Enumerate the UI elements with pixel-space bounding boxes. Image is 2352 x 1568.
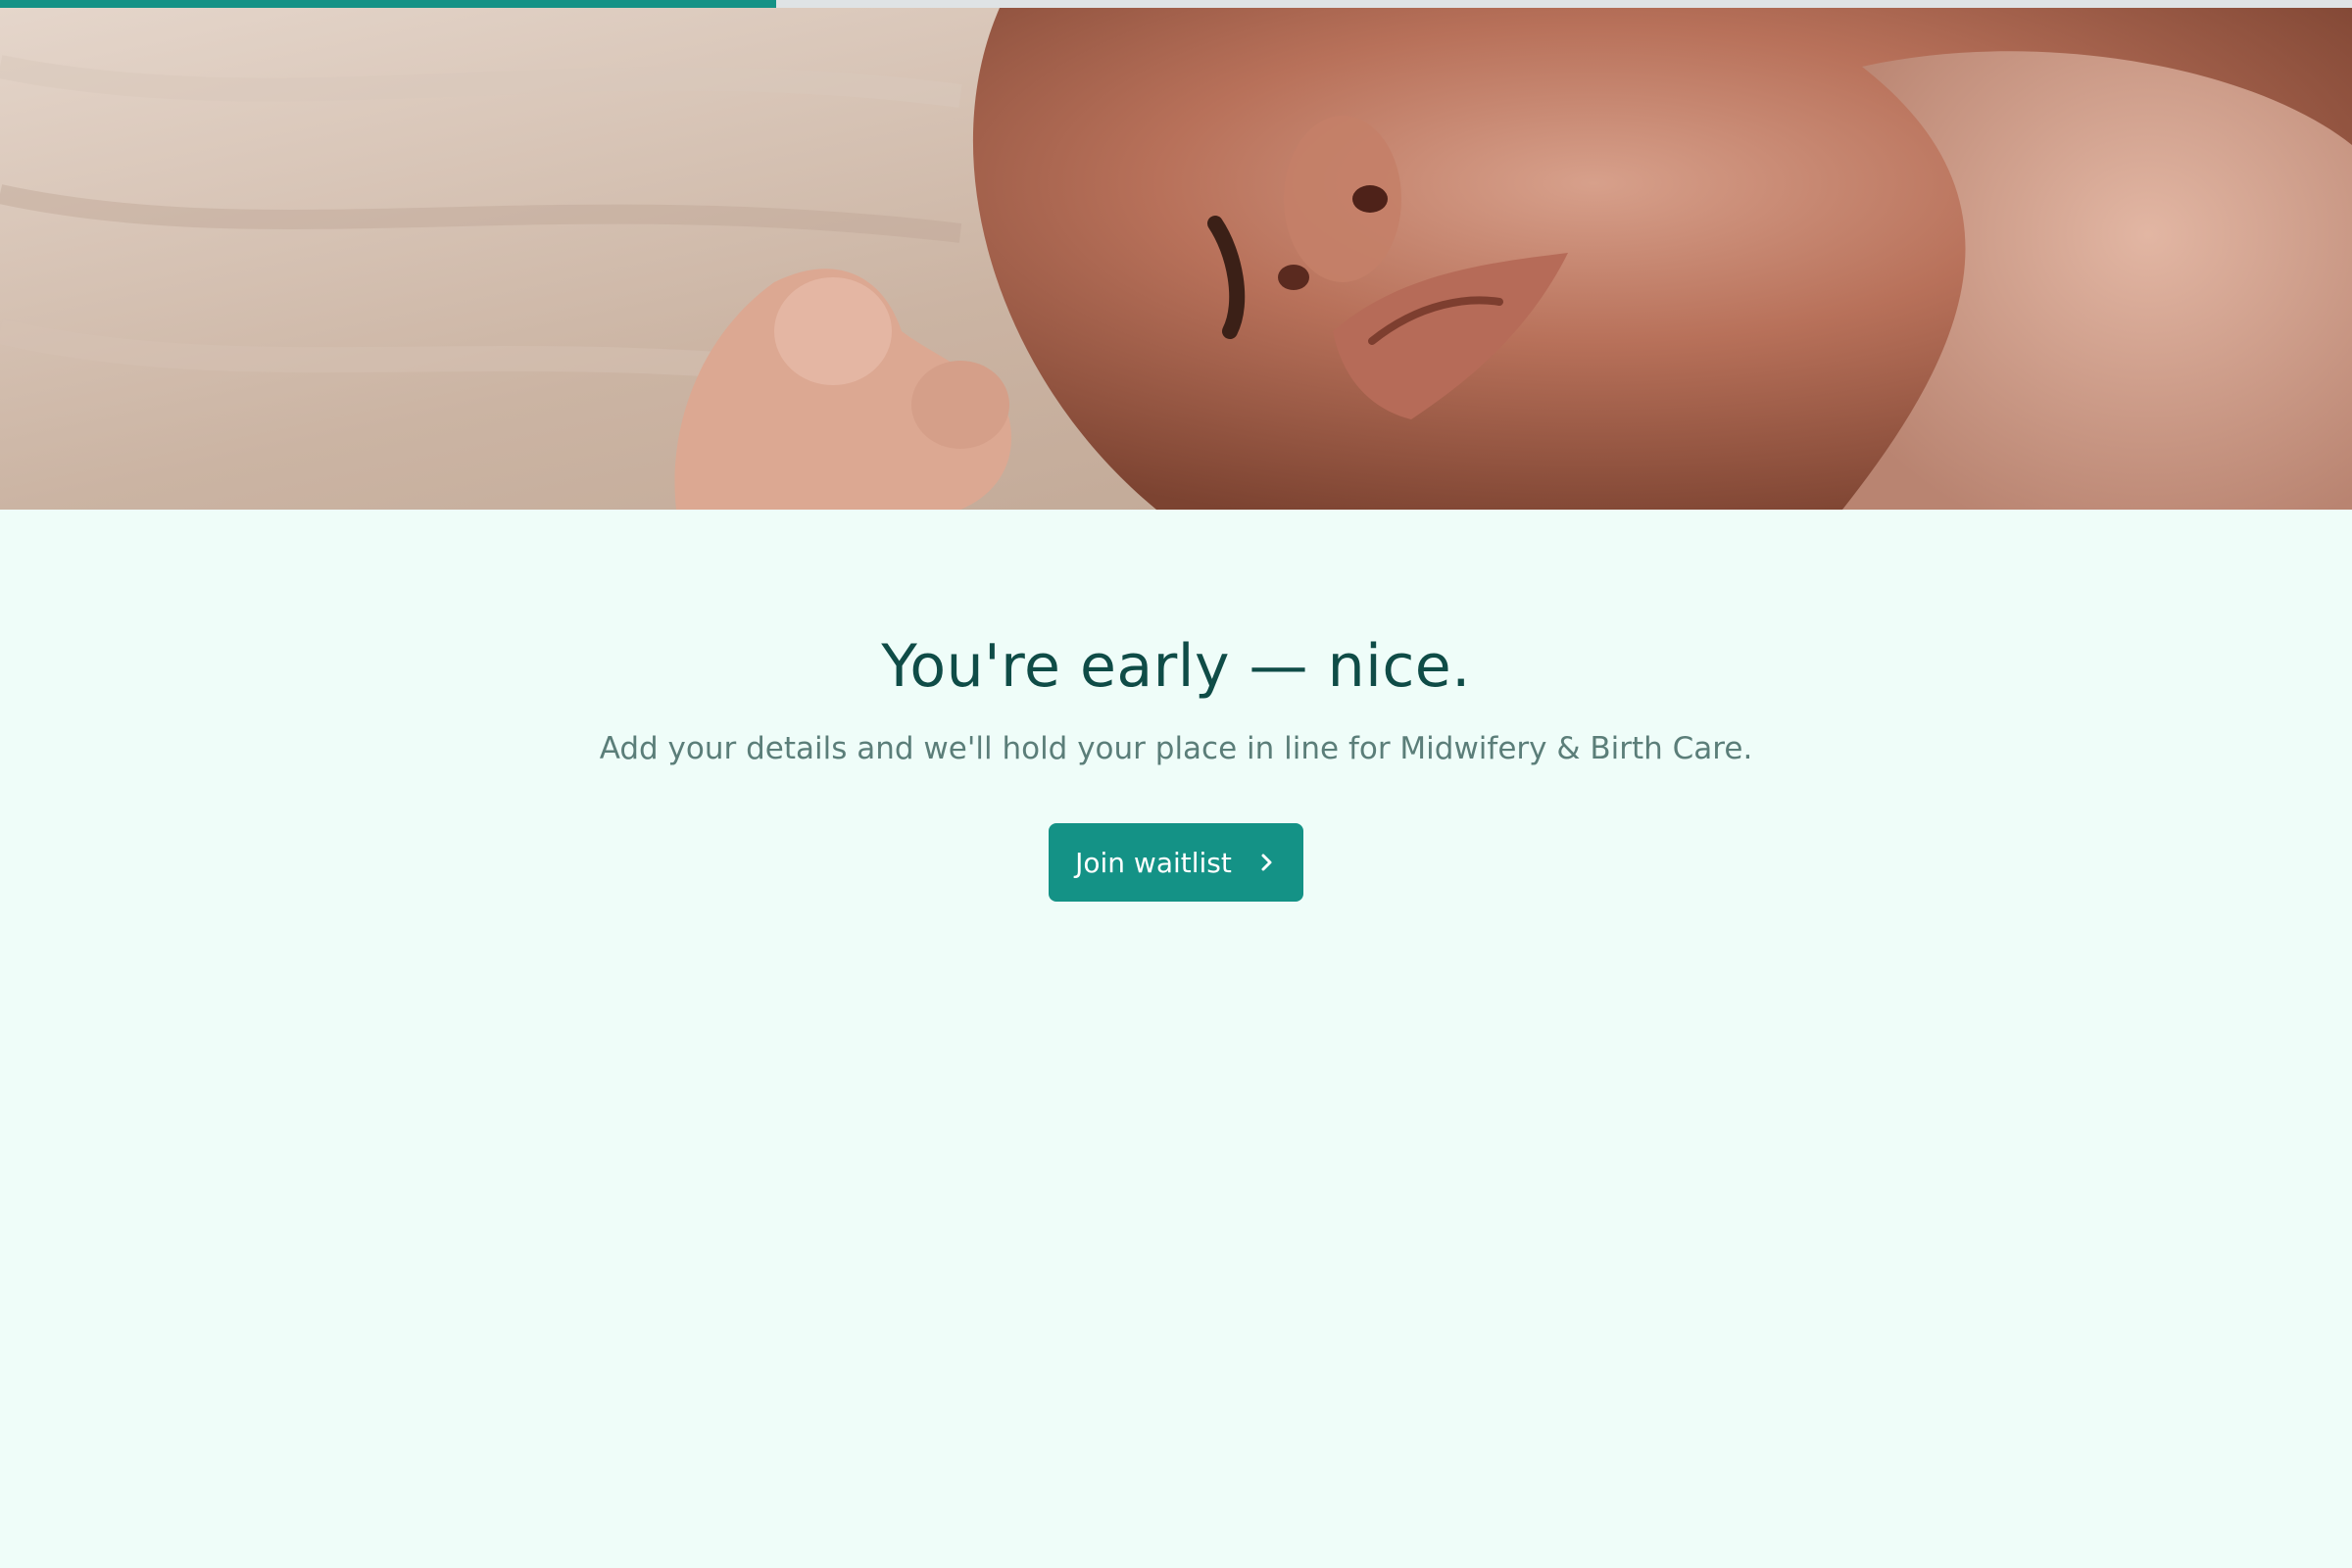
join-waitlist-button[interactable]: Join waitlist [1049, 823, 1303, 902]
main-content: You're early — nice. Add your details an… [0, 510, 2352, 1568]
page-title: You're early — nice. [881, 632, 1471, 701]
join-waitlist-button-label: Join waitlist [1075, 846, 1232, 879]
progress-bar [0, 0, 2352, 8]
page-subtitle: Add your details and we'll hold your pla… [599, 731, 1753, 766]
progress-bar-fill [0, 0, 776, 8]
newborn-baby-photo [0, 8, 2352, 510]
chevron-right-icon [1255, 852, 1277, 873]
hero-image [0, 8, 2352, 510]
